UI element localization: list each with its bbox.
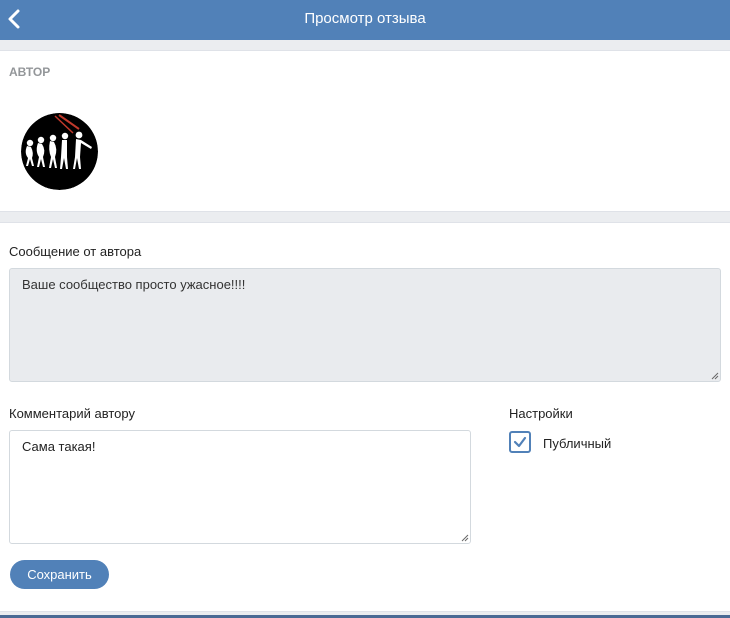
author-message-field: Ваше сообщество просто ужасное!!!! <box>9 268 721 382</box>
comment-input[interactable] <box>9 430 471 544</box>
public-checkbox-label[interactable]: Публичный <box>543 436 611 451</box>
resize-grip-icon[interactable] <box>711 372 719 380</box>
author-section: АВТОР <box>0 50 730 212</box>
message-label: Сообщение от автора <box>9 244 142 259</box>
resize-grip-icon[interactable] <box>461 534 469 542</box>
author-section-label: АВТОР <box>9 65 51 79</box>
checkmark-icon <box>513 436 527 448</box>
settings-label: Настройки <box>509 406 573 421</box>
page-title: Просмотр отзыва <box>304 10 426 27</box>
save-button[interactable]: Сохранить <box>10 560 109 589</box>
top-bar: Просмотр отзыва <box>0 0 730 40</box>
evolution-avatar-icon <box>21 113 98 190</box>
author-avatar[interactable] <box>21 113 98 190</box>
review-form: Сообщение от автора Ваше сообщество прос… <box>0 222 730 612</box>
public-checkbox[interactable] <box>509 431 531 453</box>
comment-label: Комментарий автору <box>9 406 135 421</box>
